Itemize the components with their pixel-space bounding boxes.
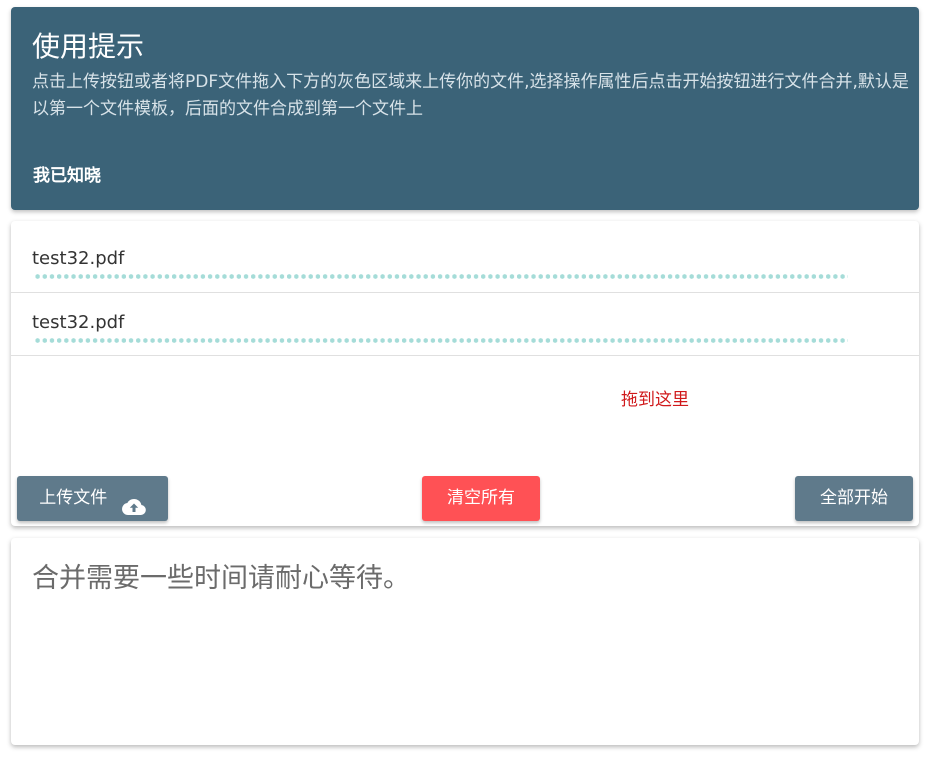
file-list-item: test32.pdf — [11, 293, 919, 356]
drop-zone-hint: 拖到这里 — [621, 390, 689, 410]
usage-tips-title: 使用提示 — [32, 30, 145, 63]
upload-progress-bar — [34, 274, 848, 279]
file-name: test32.pdf — [32, 312, 125, 333]
upload-file-button[interactable]: 上传文件 — [17, 476, 168, 521]
file-name: test32.pdf — [32, 248, 125, 269]
acknowledge-button[interactable]: 我已知晓 — [33, 164, 101, 188]
usage-tips-panel: 使用提示 点击上传按钮或者将PDF文件拖入下方的灰色区域来上传你的文件,选择操作… — [11, 7, 919, 210]
file-list-item: test32.pdf — [11, 229, 919, 293]
cloud-upload-icon — [121, 489, 146, 515]
clear-all-button[interactable]: 清空所有 — [422, 476, 540, 521]
status-message: 合并需要一些时间请耐心等待。 — [32, 563, 410, 594]
usage-tips-text: 点击上传按钮或者将PDF文件拖入下方的灰色区域来上传你的文件,选择操作属性后点击… — [32, 72, 909, 119]
start-all-button[interactable]: 全部开始 — [795, 476, 913, 521]
file-upload-area[interactable]: test32.pdf test32.pdf 拖到这里 上传文件 清空所有 全部开… — [11, 221, 919, 526]
status-message-panel: 合并需要一些时间请耐心等待。 — [11, 538, 919, 745]
upload-progress-bar — [34, 338, 848, 343]
upload-file-label: 上传文件 — [39, 488, 108, 508]
